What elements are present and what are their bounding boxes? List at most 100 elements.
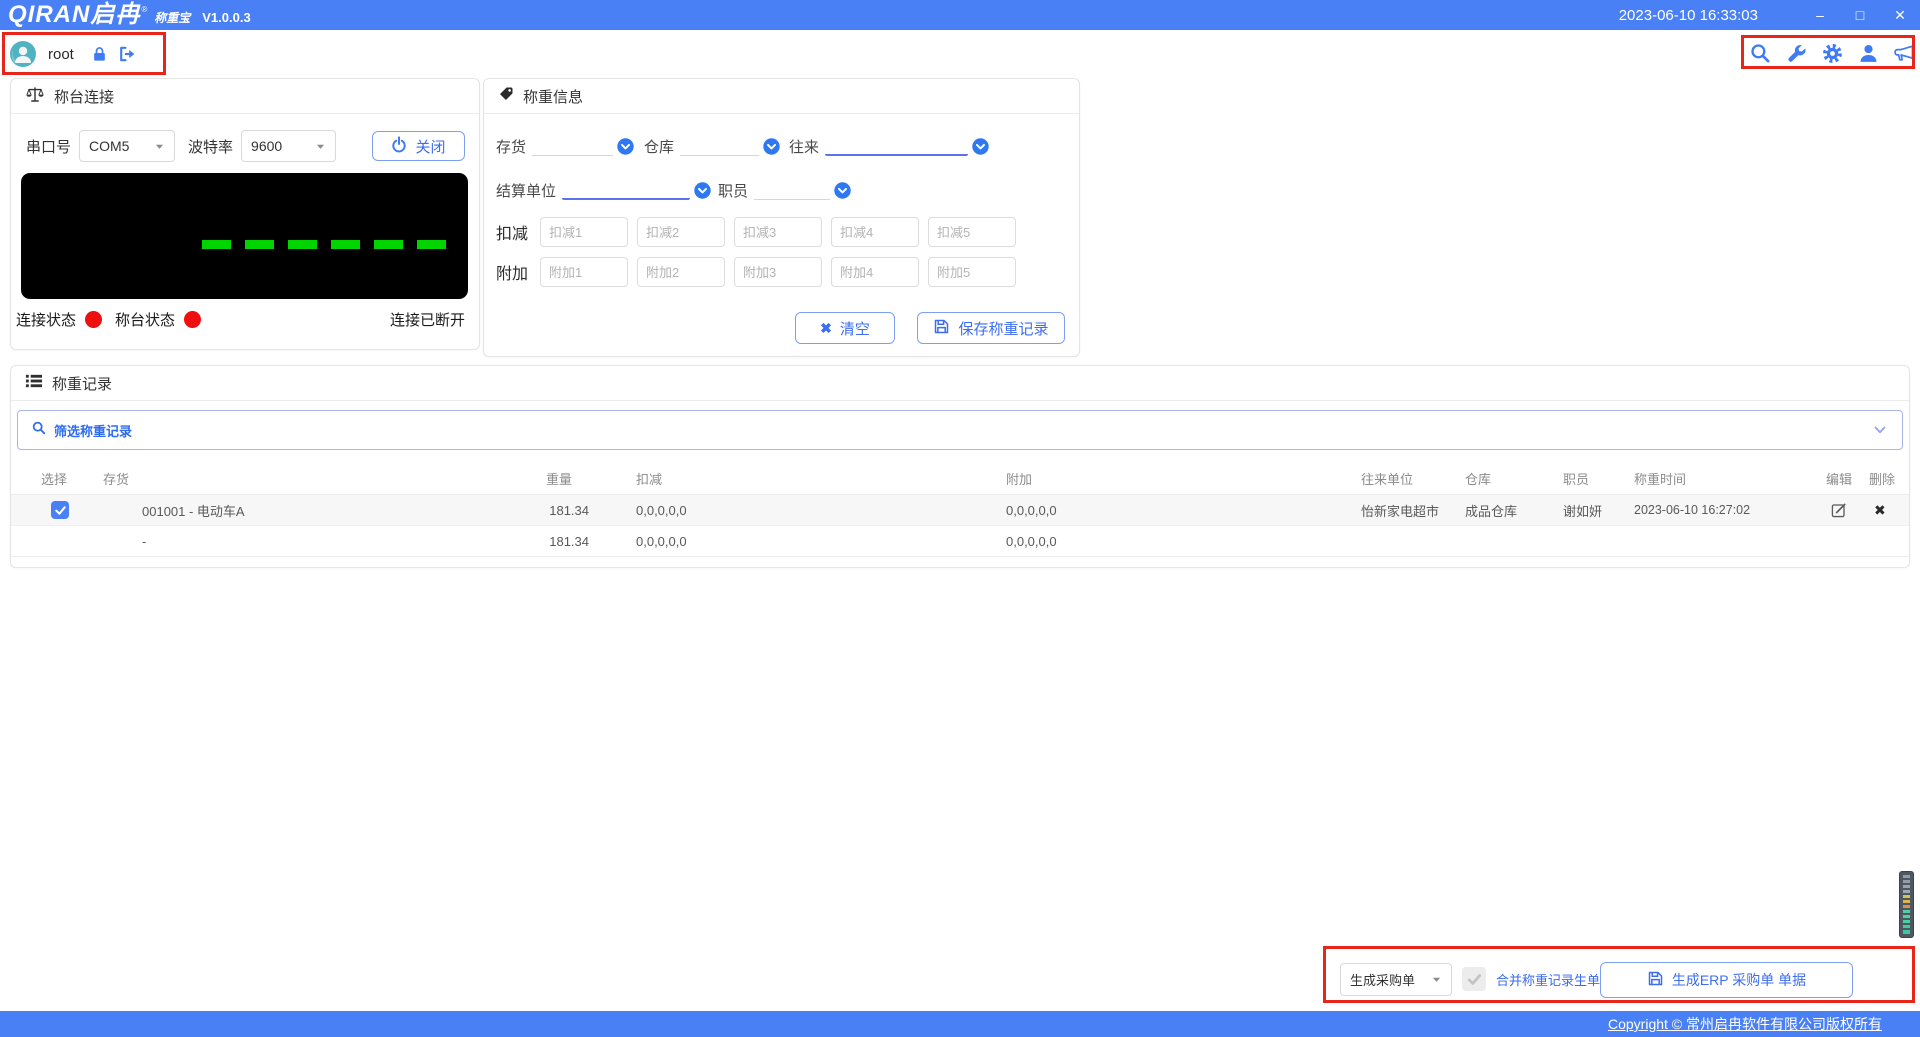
app-version: V1.0.0.3 — [202, 10, 251, 25]
table-row: 001001 - 电动车A 181.34 0,0,0,0,0 0,0,0,0,0… — [11, 495, 1909, 526]
toolbar-icons — [1749, 42, 1915, 64]
merge-checkbox-label[interactable]: 合并称重记录生单 — [1496, 970, 1600, 989]
merge-checkbox[interactable] — [1462, 967, 1486, 991]
deduct-input-1[interactable] — [540, 217, 628, 247]
generate-erp-button[interactable]: 生成ERP 采购单 单据 — [1600, 962, 1853, 998]
deduct-input-2[interactable] — [637, 217, 725, 247]
cell-weight: 181.34 — [549, 502, 589, 518]
col-partner: 往来单位 — [1361, 471, 1414, 487]
serial-port-label: 串口号 — [26, 138, 72, 156]
logout-icon[interactable] — [118, 45, 136, 63]
partner-label: 往来 — [789, 138, 820, 156]
level-meter-widget[interactable] — [1899, 871, 1914, 938]
titlebar: QIRAN启冉 ® 称重宝 V1.0.0.3 2023-06-10 16:33:… — [0, 0, 1920, 30]
weight-led-display — [21, 173, 468, 299]
cell-weight: 181.34 — [549, 533, 589, 549]
copyright-link[interactable]: Copyright © 常州启冉软件有限公司版权所有 — [1608, 1014, 1882, 1034]
chevron-down-icon — [617, 137, 634, 155]
extra-input-5[interactable] — [928, 257, 1016, 287]
app-logo: QIRAN启冉 ® 称重宝 V1.0.0.3 — [0, 1, 251, 29]
save-button-label: 保存称重记录 — [958, 320, 1049, 338]
table-row-summary: - 181.34 0,0,0,0,0 0,0,0,0,0 — [11, 526, 1909, 557]
col-edit: 编辑 — [1826, 471, 1853, 487]
delete-x-icon[interactable]: ✖ — [1869, 502, 1911, 519]
footer-bar: Copyright © 常州启冉软件有限公司版权所有 — [0, 1011, 1920, 1037]
close-button[interactable]: ✕ — [1880, 0, 1920, 30]
avatar[interactable] — [10, 41, 36, 67]
cell-time: 2023-06-10 16:27:02 — [1634, 503, 1751, 517]
logo-text: QIRAN启冉 — [8, 1, 141, 28]
wrench-icon[interactable] — [1785, 42, 1807, 64]
extra-input-3[interactable] — [734, 257, 822, 287]
chevron-down-icon — [972, 137, 989, 155]
clock: 2023-06-10 16:33:03 — [1618, 6, 1758, 24]
cell-extra: 0,0,0,0,0 — [1006, 533, 1057, 549]
extra-input-2[interactable] — [637, 257, 725, 287]
cell-inventory: - — [142, 533, 147, 549]
col-delete: 删除 — [1869, 471, 1896, 487]
cell-warehouse: 成品仓库 — [1465, 503, 1518, 519]
partner-field[interactable]: 往来 — [789, 131, 989, 161]
clear-x-icon: ✖ — [820, 319, 832, 336]
user-icon[interactable] — [1857, 42, 1879, 64]
username: root — [48, 45, 74, 63]
weighing-records-panel: 称重记录 筛选称重记录 选择 存货 重量 扣减 附加 往来单位 仓库 职员 称重… — [10, 365, 1910, 568]
panel-title: 称台连接 — [54, 88, 115, 106]
doc-type-value: 生成采购单 — [1350, 973, 1416, 988]
lock-icon[interactable] — [92, 46, 107, 62]
warehouse-field[interactable]: 仓库 — [644, 131, 780, 161]
col-select: 选择 — [41, 471, 68, 487]
staff-label: 职员 — [718, 182, 749, 200]
cell-inventory: 001001 - 电动车A — [142, 503, 245, 519]
close-connection-button[interactable]: 关闭 — [372, 131, 465, 161]
col-inventory: 存货 — [103, 471, 130, 487]
save-icon — [1647, 970, 1664, 990]
deduct-row: 扣减 — [496, 217, 1016, 247]
app-window: QIRAN启冉 ® 称重宝 V1.0.0.3 2023-06-10 16:33:… — [0, 0, 1920, 1037]
cell-partner: 怡新家电超市 — [1361, 503, 1440, 519]
col-extra: 附加 — [1006, 471, 1033, 487]
extra-input-4[interactable] — [831, 257, 919, 287]
gear-icon[interactable] — [1821, 42, 1843, 64]
staff-field[interactable]: 职员 — [718, 175, 851, 205]
scale-connection-panel: 称台连接 串口号 COM5 波特率 9600 关闭 连接状态 称台状态 连接已断… — [10, 78, 480, 350]
user-bar: root — [10, 33, 147, 75]
save-record-button[interactable]: 保存称重记录 — [917, 312, 1065, 344]
weighing-info-panel: 称重信息 存货 仓库 往来 结算单位 职员 扣减 扣减1 扣减2 扣减3 扣减4… — [483, 78, 1080, 357]
deduct-input-3[interactable] — [734, 217, 822, 247]
cell-deduct: 0,0,0,0,0 — [636, 502, 687, 518]
minimize-button[interactable]: – — [1800, 0, 1840, 30]
save-icon — [933, 318, 950, 339]
row-checkbox[interactable] — [51, 501, 69, 519]
serial-port-select[interactable]: COM5 — [79, 130, 176, 162]
clear-button-label: 清空 — [839, 320, 870, 338]
baud-rate-label: 波特率 — [188, 138, 234, 156]
megaphone-icon[interactable] — [1893, 42, 1915, 64]
serial-port-value: COM5 — [89, 138, 130, 154]
inventory-label: 存货 — [496, 138, 527, 156]
scale-status-indicator — [184, 311, 202, 328]
search-icon[interactable] — [1749, 42, 1771, 64]
inventory-field[interactable]: 存货 — [496, 131, 634, 161]
doc-type-select[interactable]: 生成采购单 — [1340, 963, 1452, 996]
tag-icon — [498, 86, 514, 106]
panel-title: 称重记录 — [52, 375, 113, 393]
chevron-down-icon[interactable] — [1872, 422, 1888, 438]
filter-records-bar[interactable]: 筛选称重记录 — [17, 410, 1903, 450]
settlement-unit-field[interactable]: 结算单位 — [496, 175, 711, 205]
led-dashes — [202, 240, 446, 249]
maximize-button[interactable]: □ — [1840, 0, 1880, 30]
caret-down-icon — [155, 144, 164, 149]
registered-mark: ® — [141, 5, 148, 14]
deduct-input-5[interactable] — [928, 217, 1016, 247]
extra-input-1[interactable] — [540, 257, 628, 287]
col-staff: 职员 — [1563, 471, 1590, 487]
list-icon — [25, 372, 43, 394]
edit-icon[interactable] — [1826, 502, 1869, 518]
deduct-input-4[interactable] — [831, 217, 919, 247]
caret-down-icon — [1432, 977, 1441, 982]
close-connection-label: 关闭 — [415, 138, 446, 156]
baud-rate-select[interactable]: 9600 — [241, 130, 337, 162]
clear-button[interactable]: ✖ 清空 — [795, 312, 895, 344]
caret-down-icon — [316, 144, 325, 149]
